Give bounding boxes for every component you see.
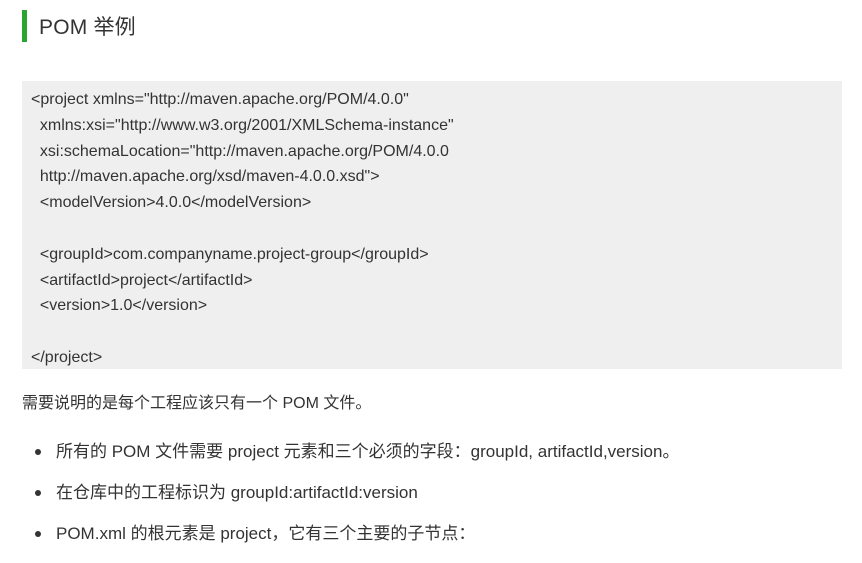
heading-accent-bar [22, 10, 27, 42]
bullet-list: 所有的 POM 文件需要 project 元素和三个必须的字段：groupId,… [35, 440, 679, 563]
bullet-text: POM.xml 的根元素是 project，它有三个主要的子节点： [56, 524, 476, 543]
note-paragraph: 需要说明的是每个工程应该只有一个 POM 文件。 [22, 395, 372, 412]
bullet-dot-icon [35, 531, 41, 537]
bullet-item: POM.xml 的根元素是 project，它有三个主要的子节点： [35, 522, 679, 546]
code-line: xmlns:xsi="http://www.w3.org/2001/XMLSch… [31, 116, 454, 134]
bullet-text: 所有的 POM 文件需要 project 元素和三个必须的字段：groupId,… [56, 442, 680, 461]
bullet-dot-icon [35, 490, 41, 496]
heading-title: POM 举例 [39, 16, 136, 39]
code-line: <project xmlns="http://maven.apache.org/… [31, 91, 409, 108]
bullet-item: 所有的 POM 文件需要 project 元素和三个必须的字段：groupId,… [35, 440, 679, 464]
code-line: xsi:schemaLocation="http://maven.apache.… [31, 142, 449, 160]
code-line: <artifactId>project</artifactId> [31, 271, 253, 289]
code-line: </project> [31, 348, 103, 366]
code-line: <version>1.0</version> [31, 297, 208, 315]
code-line: <groupId>com.companyname.project-group</… [31, 245, 429, 263]
section-heading: POM 举例 [22, 10, 136, 42]
code-line: <modelVersion>4.0.0</modelVersion> [31, 194, 312, 212]
code-block: <project xmlns="http://maven.apache.org/… [22, 81, 842, 369]
bullet-text: 在仓库中的工程标识为 groupId:artifactId:version [56, 483, 418, 502]
bullet-item: 在仓库中的工程标识为 groupId:artifactId:version [35, 481, 679, 505]
bullet-dot-icon [35, 449, 41, 455]
code-line: http://maven.apache.org/xsd/maven-4.0.0.… [31, 168, 380, 186]
